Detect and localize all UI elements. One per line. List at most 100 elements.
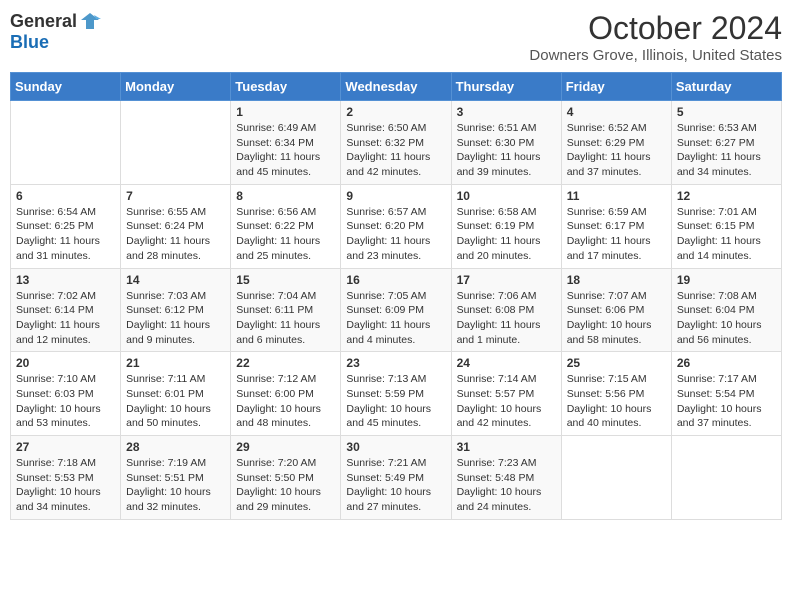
cell-content: Sunrise: 7:05 AM Sunset: 6:09 PM Dayligh… <box>346 289 445 348</box>
cell-content: Sunrise: 6:49 AM Sunset: 6:34 PM Dayligh… <box>236 121 335 180</box>
day-number: 4 <box>567 105 666 119</box>
cell-content: Sunrise: 6:50 AM Sunset: 6:32 PM Dayligh… <box>346 121 445 180</box>
cell-content: Sunrise: 7:07 AM Sunset: 6:06 PM Dayligh… <box>567 289 666 348</box>
calendar-cell: 24 Sunrise: 7:14 AM Sunset: 5:57 PM Dayli… <box>451 352 561 436</box>
calendar-cell: 21 Sunrise: 7:11 AM Sunset: 6:01 PM Dayli… <box>121 352 231 436</box>
day-number: 11 <box>567 189 666 203</box>
cell-content: Sunrise: 7:17 AM Sunset: 5:54 PM Dayligh… <box>677 372 776 431</box>
day-number: 5 <box>677 105 776 119</box>
cell-content: Sunrise: 7:06 AM Sunset: 6:08 PM Dayligh… <box>457 289 556 348</box>
month-title: October 2024 <box>529 10 782 47</box>
cell-content: Sunrise: 6:51 AM Sunset: 6:30 PM Dayligh… <box>457 121 556 180</box>
day-number: 2 <box>346 105 445 119</box>
day-header-wednesday: Wednesday <box>341 73 451 101</box>
cell-content: Sunrise: 6:57 AM Sunset: 6:20 PM Dayligh… <box>346 205 445 264</box>
day-number: 12 <box>677 189 776 203</box>
calendar-cell: 25 Sunrise: 7:15 AM Sunset: 5:56 PM Dayli… <box>561 352 671 436</box>
cell-content: Sunrise: 7:19 AM Sunset: 5:51 PM Dayligh… <box>126 456 225 515</box>
day-number: 16 <box>346 273 445 287</box>
calendar-cell: 20Sunrise: 7:10 AM Sunset: 6:03 PM Dayli… <box>11 352 121 436</box>
day-number: 15 <box>236 273 335 287</box>
cell-content: Sunrise: 7:02 AM Sunset: 6:14 PM Dayligh… <box>16 289 115 348</box>
day-number: 24 <box>457 356 556 370</box>
calendar-cell: 13Sunrise: 7:02 AM Sunset: 6:14 PM Dayli… <box>11 268 121 352</box>
calendar-cell: 15 Sunrise: 7:04 AM Sunset: 6:11 PM Dayli… <box>231 268 341 352</box>
calendar-cell: 16 Sunrise: 7:05 AM Sunset: 6:09 PM Dayli… <box>341 268 451 352</box>
day-number: 14 <box>126 273 225 287</box>
day-header-sunday: Sunday <box>11 73 121 101</box>
calendar-cell: 28Sunrise: 7:19 AM Sunset: 5:51 PM Dayli… <box>121 436 231 520</box>
cell-content: Sunrise: 7:04 AM Sunset: 6:11 PM Dayligh… <box>236 289 335 348</box>
cell-content: Sunrise: 7:03 AM Sunset: 6:12 PM Dayligh… <box>126 289 225 348</box>
calendar-cell: 2 Sunrise: 6:50 AM Sunset: 6:32 PM Daylig… <box>341 101 451 185</box>
day-number: 30 <box>346 440 445 454</box>
day-number: 20 <box>16 356 115 370</box>
cell-content: Sunrise: 6:59 AM Sunset: 6:17 PM Dayligh… <box>567 205 666 264</box>
day-number: 6 <box>16 189 115 203</box>
day-number: 9 <box>346 189 445 203</box>
calendar-cell: 18 Sunrise: 7:07 AM Sunset: 6:06 PM Dayli… <box>561 268 671 352</box>
day-number: 22 <box>236 356 335 370</box>
calendar-cell: 10 Sunrise: 6:58 AM Sunset: 6:19 PM Dayli… <box>451 184 561 268</box>
cell-content: Sunrise: 7:20 AM Sunset: 5:50 PM Dayligh… <box>236 456 335 515</box>
calendar-table: SundayMondayTuesdayWednesdayThursdayFrid… <box>10 72 782 520</box>
calendar-cell: 3 Sunrise: 6:51 AM Sunset: 6:30 PM Daylig… <box>451 101 561 185</box>
logo: General Blue <box>10 10 101 53</box>
week-row-4: 20Sunrise: 7:10 AM Sunset: 6:03 PM Dayli… <box>11 352 782 436</box>
day-number: 3 <box>457 105 556 119</box>
day-number: 17 <box>457 273 556 287</box>
day-number: 23 <box>346 356 445 370</box>
calendar-cell <box>561 436 671 520</box>
calendar-cell: 12Sunrise: 7:01 AM Sunset: 6:15 PM Dayli… <box>671 184 781 268</box>
cell-content: Sunrise: 7:23 AM Sunset: 5:48 PM Dayligh… <box>457 456 556 515</box>
logo-bird-icon <box>79 10 101 32</box>
cell-content: Sunrise: 6:54 AM Sunset: 6:25 PM Dayligh… <box>16 205 115 264</box>
day-header-friday: Friday <box>561 73 671 101</box>
calendar-cell: 27 Sunrise: 7:18 AM Sunset: 5:53 PM Dayli… <box>11 436 121 520</box>
calendar-cell: 1 Sunrise: 6:49 AM Sunset: 6:34 PM Daylig… <box>231 101 341 185</box>
cell-content: Sunrise: 6:53 AM Sunset: 6:27 PM Dayligh… <box>677 121 776 180</box>
calendar-cell: 17 Sunrise: 7:06 AM Sunset: 6:08 PM Dayli… <box>451 268 561 352</box>
day-number: 31 <box>457 440 556 454</box>
calendar-cell: 11 Sunrise: 6:59 AM Sunset: 6:17 PM Dayli… <box>561 184 671 268</box>
cell-content: Sunrise: 6:55 AM Sunset: 6:24 PM Dayligh… <box>126 205 225 264</box>
cell-content: Sunrise: 7:11 AM Sunset: 6:01 PM Dayligh… <box>126 372 225 431</box>
cell-content: Sunrise: 6:52 AM Sunset: 6:29 PM Dayligh… <box>567 121 666 180</box>
calendar-cell: 29 Sunrise: 7:20 AM Sunset: 5:50 PM Dayli… <box>231 436 341 520</box>
cell-content: Sunrise: 6:58 AM Sunset: 6:19 PM Dayligh… <box>457 205 556 264</box>
day-number: 21 <box>126 356 225 370</box>
calendar-cell <box>671 436 781 520</box>
logo-blue-text: Blue <box>10 32 49 52</box>
day-header-saturday: Saturday <box>671 73 781 101</box>
week-row-2: 6 Sunrise: 6:54 AM Sunset: 6:25 PM Daylig… <box>11 184 782 268</box>
cell-content: Sunrise: 7:18 AM Sunset: 5:53 PM Dayligh… <box>16 456 115 515</box>
calendar-cell: 7Sunrise: 6:55 AM Sunset: 6:24 PM Daylig… <box>121 184 231 268</box>
calendar-cell: 23 Sunrise: 7:13 AM Sunset: 5:59 PM Dayli… <box>341 352 451 436</box>
day-number: 27 <box>16 440 115 454</box>
cell-content: Sunrise: 6:56 AM Sunset: 6:22 PM Dayligh… <box>236 205 335 264</box>
header: General Blue October 2024 Downers Grove,… <box>10 10 782 64</box>
logo-general-text: General <box>10 11 77 32</box>
day-number: 25 <box>567 356 666 370</box>
header-row: SundayMondayTuesdayWednesdayThursdayFrid… <box>11 73 782 101</box>
calendar-cell: 19Sunrise: 7:08 AM Sunset: 6:04 PM Dayli… <box>671 268 781 352</box>
day-number: 29 <box>236 440 335 454</box>
week-row-1: 1 Sunrise: 6:49 AM Sunset: 6:34 PM Daylig… <box>11 101 782 185</box>
calendar-cell <box>121 101 231 185</box>
calendar-cell: 5 Sunrise: 6:53 AM Sunset: 6:27 PM Daylig… <box>671 101 781 185</box>
day-number: 26 <box>677 356 776 370</box>
calendar-cell: 6 Sunrise: 6:54 AM Sunset: 6:25 PM Daylig… <box>11 184 121 268</box>
calendar-cell: 14 Sunrise: 7:03 AM Sunset: 6:12 PM Dayli… <box>121 268 231 352</box>
day-number: 1 <box>236 105 335 119</box>
calendar-cell: 8Sunrise: 6:56 AM Sunset: 6:22 PM Daylig… <box>231 184 341 268</box>
cell-content: Sunrise: 7:13 AM Sunset: 5:59 PM Dayligh… <box>346 372 445 431</box>
cell-content: Sunrise: 7:14 AM Sunset: 5:57 PM Dayligh… <box>457 372 556 431</box>
cell-content: Sunrise: 7:15 AM Sunset: 5:56 PM Dayligh… <box>567 372 666 431</box>
day-header-thursday: Thursday <box>451 73 561 101</box>
day-header-monday: Monday <box>121 73 231 101</box>
calendar-cell <box>11 101 121 185</box>
week-row-3: 13Sunrise: 7:02 AM Sunset: 6:14 PM Dayli… <box>11 268 782 352</box>
day-number: 18 <box>567 273 666 287</box>
day-header-tuesday: Tuesday <box>231 73 341 101</box>
day-number: 10 <box>457 189 556 203</box>
